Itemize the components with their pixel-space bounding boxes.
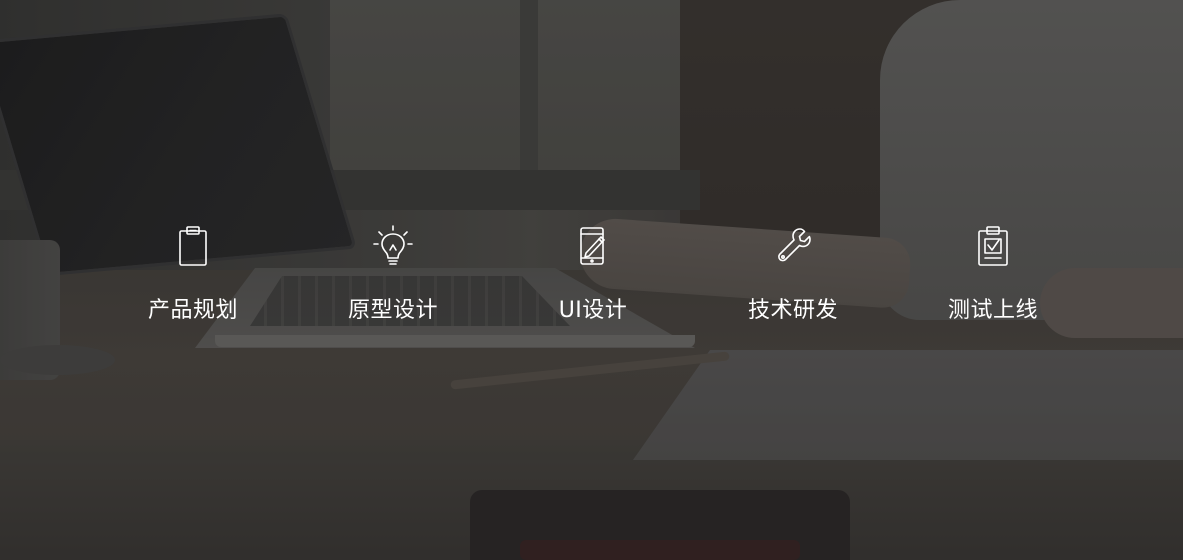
step-label: UI设计 <box>558 298 628 323</box>
step-label: 技术研发 <box>747 298 838 323</box>
step-label: 测试上线 <box>947 298 1038 323</box>
phone-pen-icon <box>569 222 617 270</box>
lightbulb-icon <box>369 222 417 270</box>
clipboard-icon <box>169 222 217 270</box>
step-label: 原型设计 <box>347 298 438 323</box>
wrench-icon <box>769 222 817 270</box>
step-label: 产品规划 <box>147 298 238 323</box>
step-prototype-design[interactable]: 原型设计 <box>293 222 493 332</box>
checklist-icon <box>969 222 1017 270</box>
step-product-planning[interactable]: 产品规划 <box>93 222 293 332</box>
process-steps: 产品规划 原型设计 UI设计 技术研发 测试上线 <box>93 222 1093 332</box>
step-ui-design[interactable]: UI设计 <box>493 222 693 332</box>
step-technical-development[interactable]: 技术研发 <box>693 222 893 332</box>
step-test-release[interactable]: 测试上线 <box>893 222 1093 332</box>
